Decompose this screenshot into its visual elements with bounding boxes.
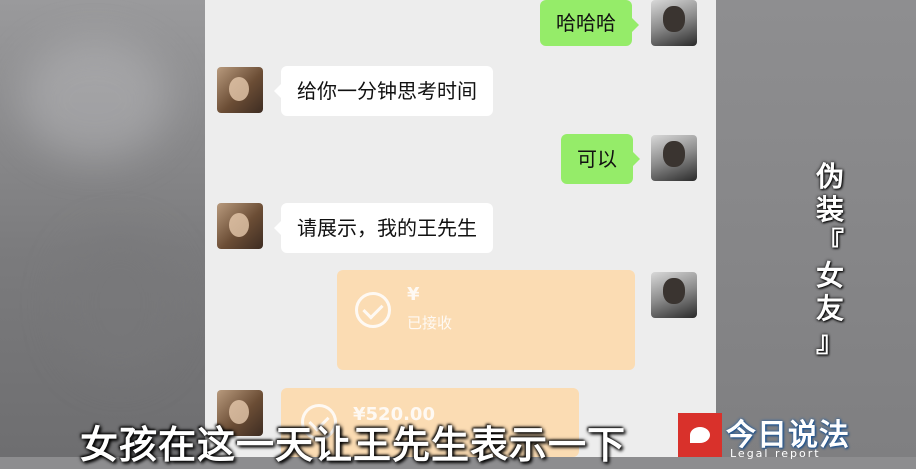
transfer-status: 已接收 <box>407 314 453 332</box>
avatar[interactable] <box>651 272 697 318</box>
background-blur <box>60 230 180 380</box>
avatar[interactable] <box>651 135 697 181</box>
chat-screen: 哈哈哈 给你一分钟思考时间 可以 请展示，我的王先生 ¥ 已接收 ¥520.00 <box>205 0 716 457</box>
message-bubble-outgoing[interactable]: 可以 <box>561 134 640 184</box>
side-title-char: 伪 <box>815 160 844 193</box>
episode-side-title: 伪 装 『 女 友 』 <box>808 160 852 358</box>
channel-logo-subtext: Legal report <box>730 447 821 460</box>
side-title-char: 』 <box>815 325 844 358</box>
channel-logo-icon <box>678 413 722 457</box>
message-bubble-incoming[interactable]: 请展示，我的王先生 <box>274 203 493 253</box>
video-subtitle: 女孩在这一天让王先生表示一下 <box>80 423 627 467</box>
transfer-card[interactable]: ¥ 已接收 <box>337 270 635 370</box>
side-title-char: 装 <box>815 193 844 226</box>
side-title-char: 女 <box>815 259 844 292</box>
avatar[interactable] <box>217 203 263 249</box>
background-blur <box>20 40 170 160</box>
background-left <box>0 0 205 457</box>
side-title-char: 『 <box>815 226 844 259</box>
check-circle-icon <box>355 292 391 328</box>
transfer-amount: ¥ <box>407 284 420 305</box>
message-bubble-incoming[interactable]: 给你一分钟思考时间 <box>274 66 493 116</box>
side-title-char: 友 <box>815 292 844 325</box>
avatar[interactable] <box>217 67 263 113</box>
message-bubble-outgoing[interactable]: 哈哈哈 <box>540 0 639 46</box>
avatar[interactable] <box>651 0 697 46</box>
